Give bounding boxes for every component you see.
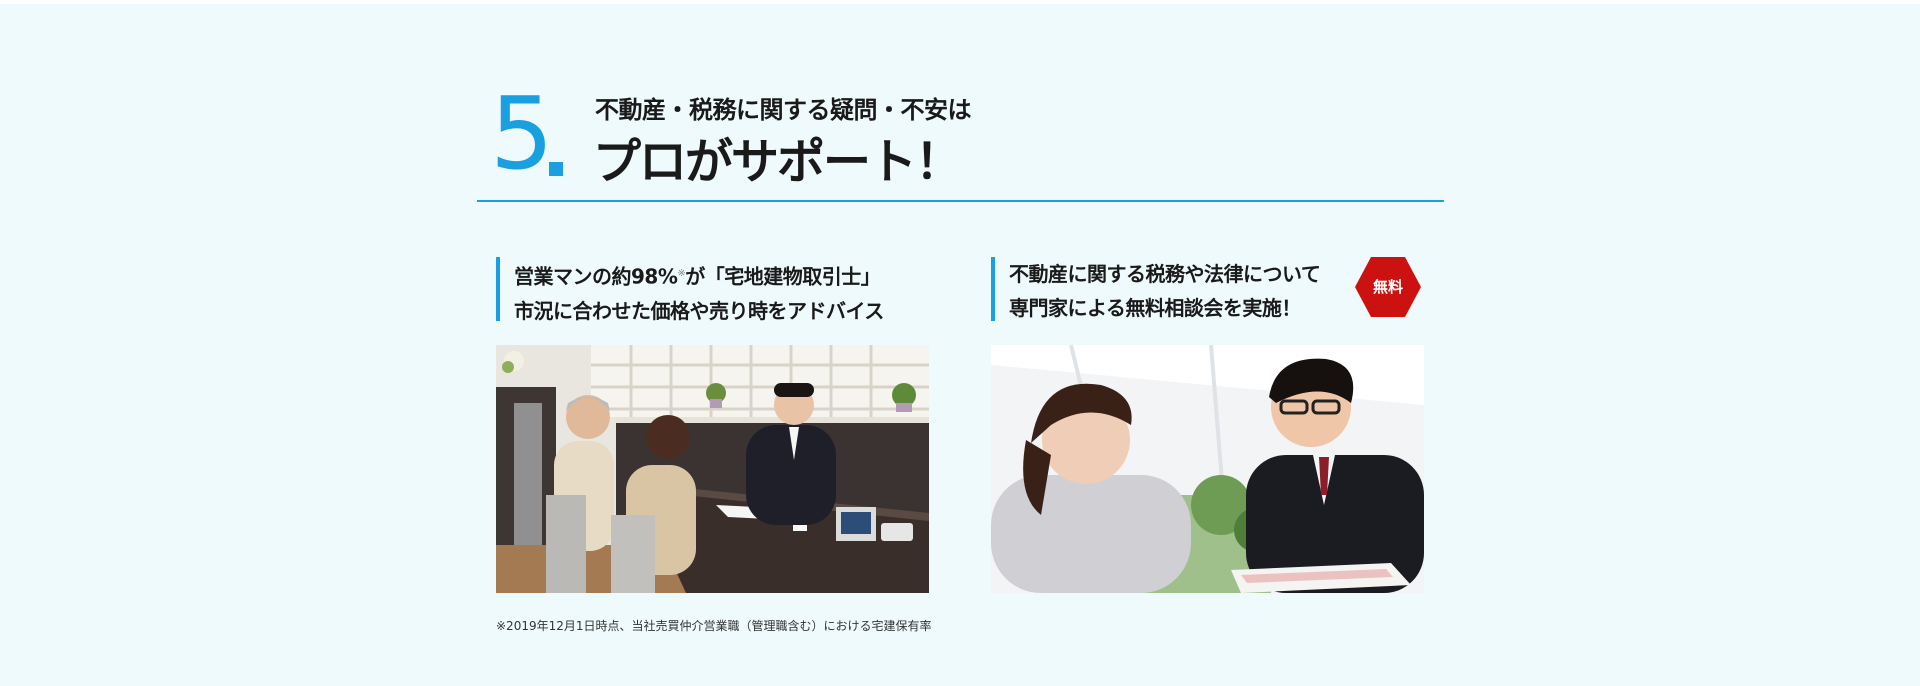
section-header: 5 不動産・税務に関する疑問・不安は プロがサポート！: [490, 75, 1050, 192]
free-badge: 無料: [1354, 255, 1422, 319]
feature-title-line: 市況に合わせた価格や売り時をアドバイス: [514, 298, 884, 323]
page-background: 5 不動産・税務に関する疑問・不安は プロがサポート！ 営業マンの約98%※が「…: [0, 4, 1920, 686]
feature-column-agents: 営業マンの約98%※が「宅地建物取引士」 市況に合わせた価格や売り時をアドバイス: [496, 257, 929, 593]
section-headline: プロがサポート！: [593, 134, 963, 190]
advisor-and-client-photo: [991, 345, 1424, 593]
footnote: ※2019年12月1日時点、当社売買仲介営業職（管理職含む）における宅建保有率: [496, 619, 932, 633]
consultation-office-photo: [496, 345, 929, 593]
section-number-dot: [549, 162, 563, 176]
consultation-office-illustration: [496, 345, 929, 593]
feature-title: 営業マンの約98%※が「宅地建物取引士」 市況に合わせた価格や売り時をアドバイス: [496, 257, 929, 323]
free-badge-label: 無料: [1372, 278, 1403, 296]
feature-title-text: 営業マンの約98%: [514, 264, 678, 289]
section-subtitle: 不動産・税務に関する疑問・不安は: [595, 96, 972, 124]
feature-title-line: 営業マンの約98%※が「宅地建物取引士」: [514, 257, 929, 294]
section-number: 5: [490, 75, 554, 192]
advisor-client-illustration: [991, 345, 1424, 593]
section-divider: [477, 200, 1444, 202]
feature-column-consultation: 不動産に関する税務や法律について 専門家による無料相談会を実施！ 無料: [991, 255, 1424, 593]
feature-title-text: が「宅地建物取引士」: [685, 264, 881, 289]
